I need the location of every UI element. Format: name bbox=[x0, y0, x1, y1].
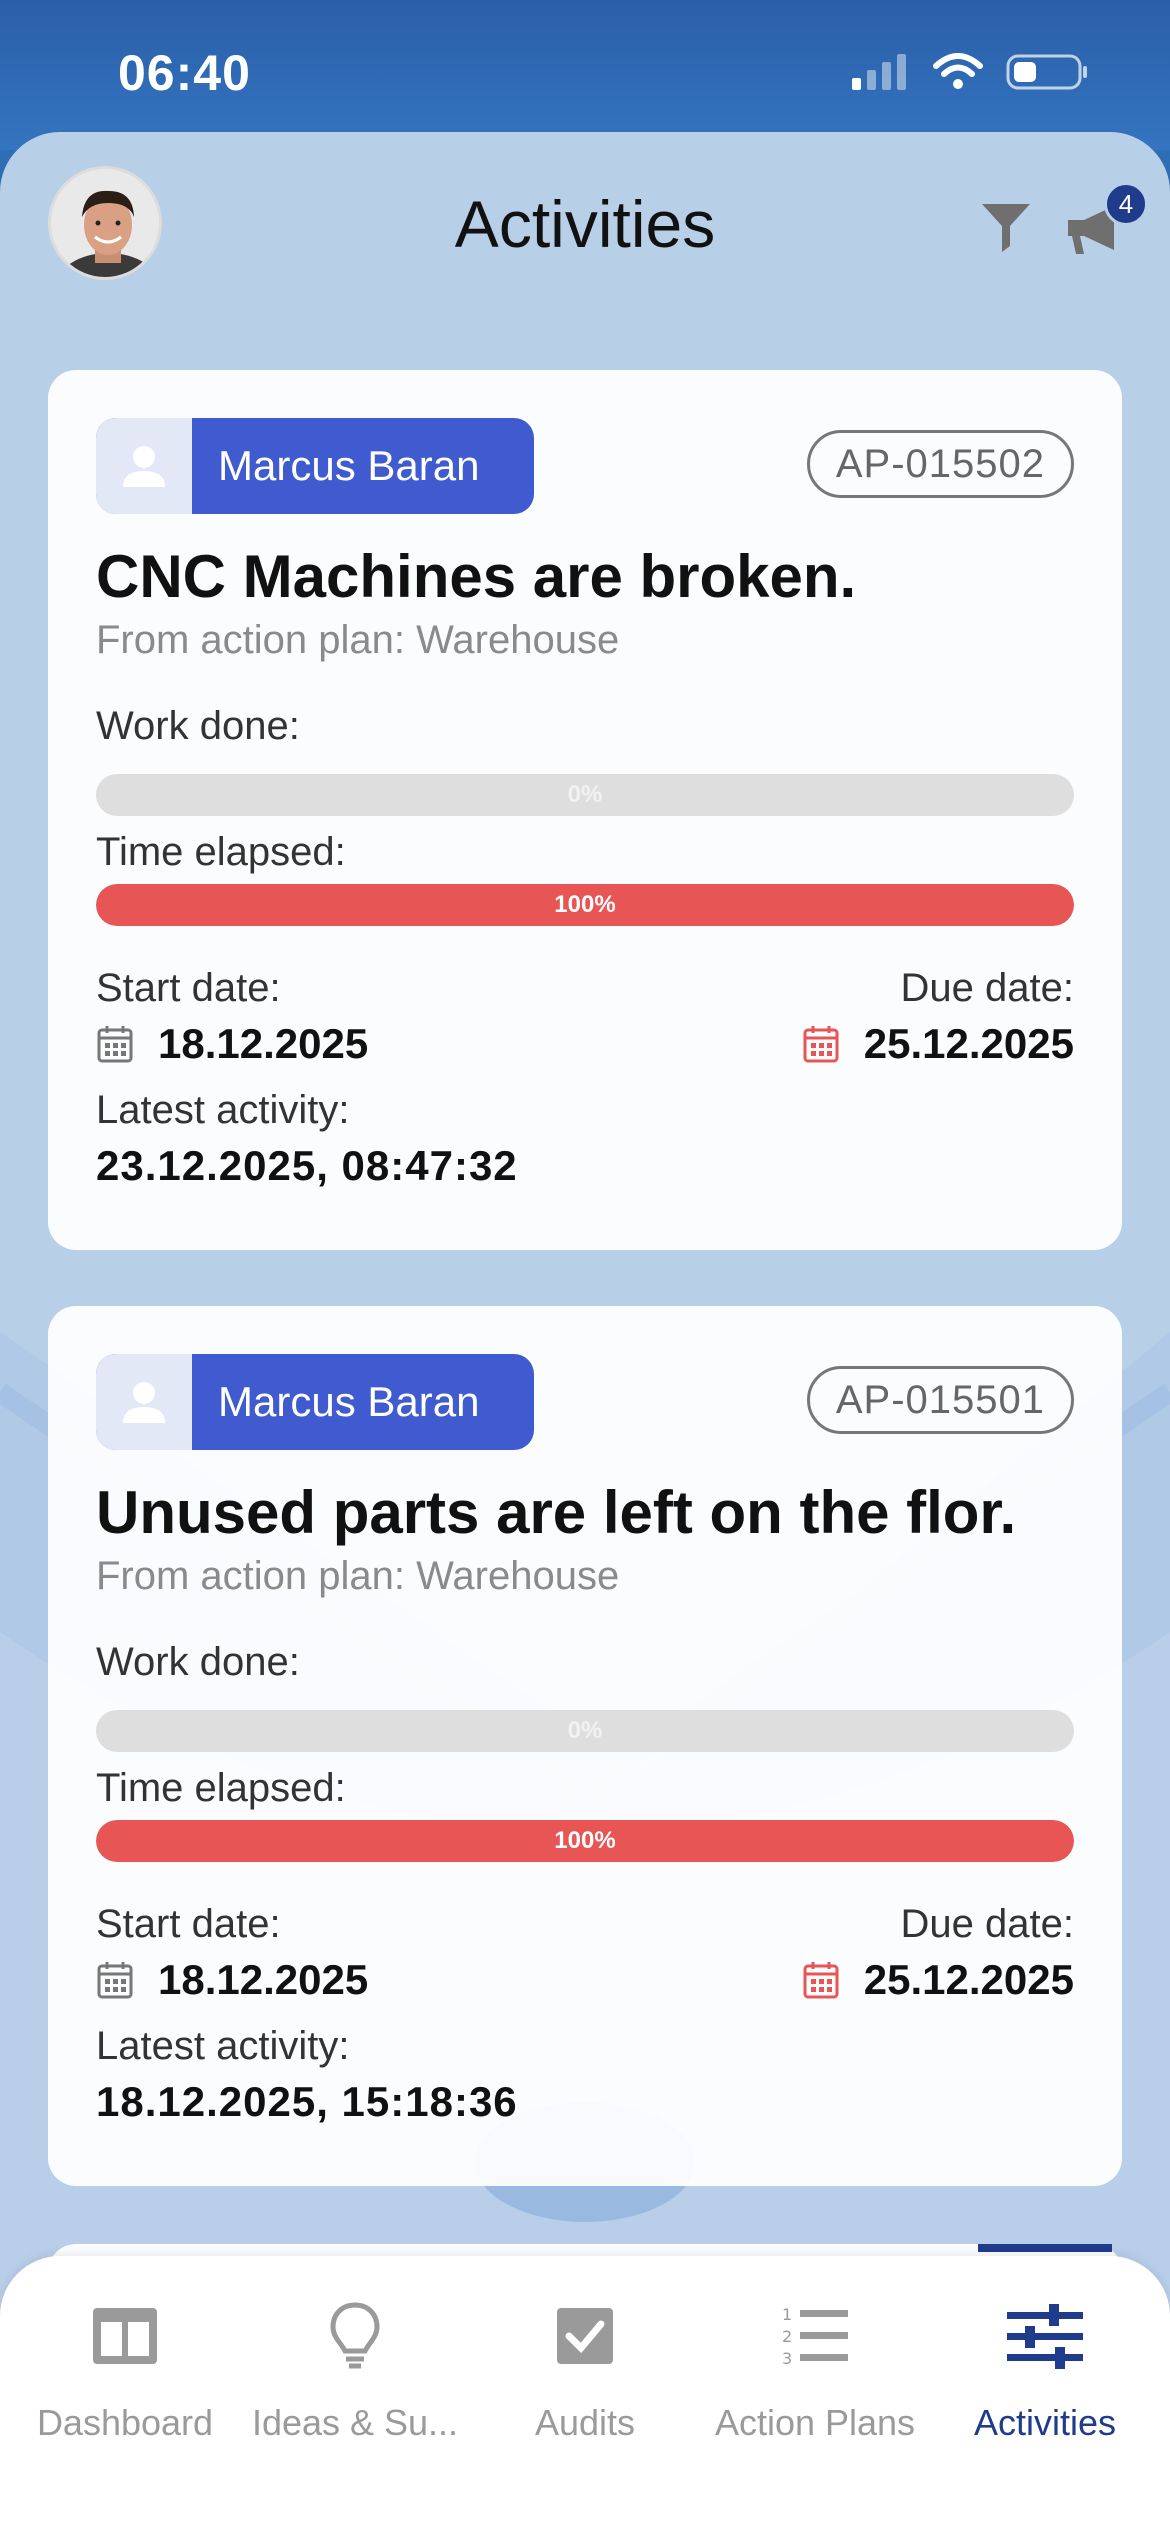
action-plan-code: AP-015501 bbox=[806, 1366, 1074, 1434]
due-date-value: 25.12.2025 bbox=[863, 1020, 1074, 1067]
latest-activity-value: 23.12.2025, 08:47:32 bbox=[96, 1142, 518, 1189]
activity-card[interactable]: Marcus Baran AP-015501 Unused parts are … bbox=[48, 1306, 1122, 2186]
svg-text:1: 1 bbox=[782, 2305, 792, 2324]
tab-label: Ideas & Su... bbox=[251, 2402, 459, 2443]
tab-dashboard[interactable]: Dashboard bbox=[8, 2296, 242, 2444]
dashboard-icon bbox=[93, 2308, 157, 2364]
bottom-tab-bar: Dashboard Ideas & Su... Audits 1 2 3 Act… bbox=[0, 2256, 1170, 2532]
activity-card[interactable]: Marcus Baran AP-015502 CNC Machines are … bbox=[48, 370, 1122, 1250]
time-elapsed-label: Time elapsed: bbox=[96, 1766, 346, 1810]
assignee-name: Marcus Baran bbox=[218, 442, 480, 489]
lightbulb-icon bbox=[330, 2302, 380, 2369]
work-done-progress: 0% bbox=[96, 1710, 1074, 1752]
tab-label: Action Plans bbox=[714, 2402, 916, 2443]
due-date-value: 25.12.2025 bbox=[863, 1956, 1074, 2003]
time-elapsed-progress: 100% bbox=[96, 1820, 1074, 1862]
card-accent bbox=[978, 2244, 1112, 2252]
numbered-list-icon: 1 2 3 bbox=[782, 2305, 848, 2368]
work-done-progress: 0% bbox=[96, 774, 1074, 816]
start-date: 18.12.2025 bbox=[96, 1956, 368, 2004]
work-done-percent: 0% bbox=[567, 781, 603, 808]
due-date: 25.12.2025 bbox=[802, 1956, 1074, 2004]
time-elapsed-percent: 100% bbox=[554, 891, 616, 918]
main-sheet: Activities 4 Marcus Baran AP-015502 CNC … bbox=[0, 132, 1170, 2532]
assignee-avatar bbox=[96, 418, 192, 514]
action-plan-code: AP-015502 bbox=[806, 430, 1074, 498]
tab-ideas[interactable]: Ideas & Su... bbox=[238, 2296, 472, 2444]
due-date-label: Due date: bbox=[900, 1902, 1074, 1946]
status-time: 06:40 bbox=[118, 45, 251, 101]
battery-icon bbox=[1006, 54, 1087, 90]
svg-text:3: 3 bbox=[782, 2349, 792, 2368]
calendar-icon bbox=[97, 1026, 133, 1063]
checkbox-icon bbox=[557, 2308, 613, 2364]
calendar-icon bbox=[97, 1962, 133, 1999]
start-date: 18.12.2025 bbox=[96, 1020, 368, 1068]
assignee-chip: Marcus Baran bbox=[96, 418, 534, 514]
wifi-icon bbox=[933, 53, 983, 89]
tab-label: Dashboard bbox=[36, 2402, 214, 2443]
tab-action-plans[interactable]: 1 2 3 Action Plans bbox=[698, 2296, 932, 2444]
activity-title: CNC Machines are broken. bbox=[96, 543, 857, 610]
user-placeholder-icon bbox=[123, 446, 165, 487]
action-plan-source: From action plan: Warehouse bbox=[96, 1554, 620, 1598]
signal-icon bbox=[852, 54, 906, 90]
due-date-label: Due date: bbox=[900, 966, 1074, 1010]
start-date-label: Start date: bbox=[96, 966, 281, 1010]
time-elapsed-progress: 100% bbox=[96, 884, 1074, 926]
user-placeholder-icon bbox=[123, 1382, 165, 1423]
tab-audits[interactable]: Audits bbox=[468, 2296, 702, 2444]
work-done-label: Work done: bbox=[96, 1640, 300, 1684]
filter-icon bbox=[982, 204, 1030, 252]
status-bar: 06:40 bbox=[0, 0, 1170, 150]
assignee-name: Marcus Baran bbox=[218, 1378, 480, 1425]
tab-label: Activities bbox=[973, 2402, 1117, 2443]
activity-title: Unused parts are left on the flor. bbox=[96, 1479, 1017, 1546]
page-header: Activities 4 bbox=[0, 132, 1170, 332]
time-elapsed-label: Time elapsed: bbox=[96, 830, 346, 874]
action-plan-source: From action plan: Warehouse bbox=[96, 618, 620, 662]
tab-label: Audits bbox=[534, 2402, 636, 2443]
assignee-avatar bbox=[96, 1354, 192, 1450]
latest-activity-label: Latest activity: bbox=[96, 2024, 350, 2068]
start-date-value: 18.12.2025 bbox=[158, 1956, 369, 2003]
start-date-label: Start date: bbox=[96, 1902, 281, 1946]
sliders-icon bbox=[1007, 2304, 1083, 2369]
status-icons bbox=[852, 52, 1090, 92]
assignee-chip: Marcus Baran bbox=[96, 1354, 534, 1450]
calendar-due-icon bbox=[803, 1962, 839, 1999]
work-done-label: Work done: bbox=[96, 704, 300, 748]
notification-badge: 4 bbox=[1104, 182, 1148, 226]
work-done-percent: 0% bbox=[567, 1717, 603, 1744]
due-date: 25.12.2025 bbox=[802, 1020, 1074, 1068]
filter-button[interactable] bbox=[978, 198, 1034, 254]
latest-activity-value: 18.12.2025, 15:18:36 bbox=[96, 2078, 518, 2125]
calendar-due-icon bbox=[803, 1026, 839, 1063]
svg-text:2: 2 bbox=[782, 2327, 792, 2346]
tab-activities[interactable]: Activities bbox=[928, 2296, 1162, 2444]
time-elapsed-percent: 100% bbox=[554, 1827, 616, 1854]
start-date-value: 18.12.2025 bbox=[158, 1020, 369, 1067]
latest-activity-label: Latest activity: bbox=[96, 1088, 350, 1132]
